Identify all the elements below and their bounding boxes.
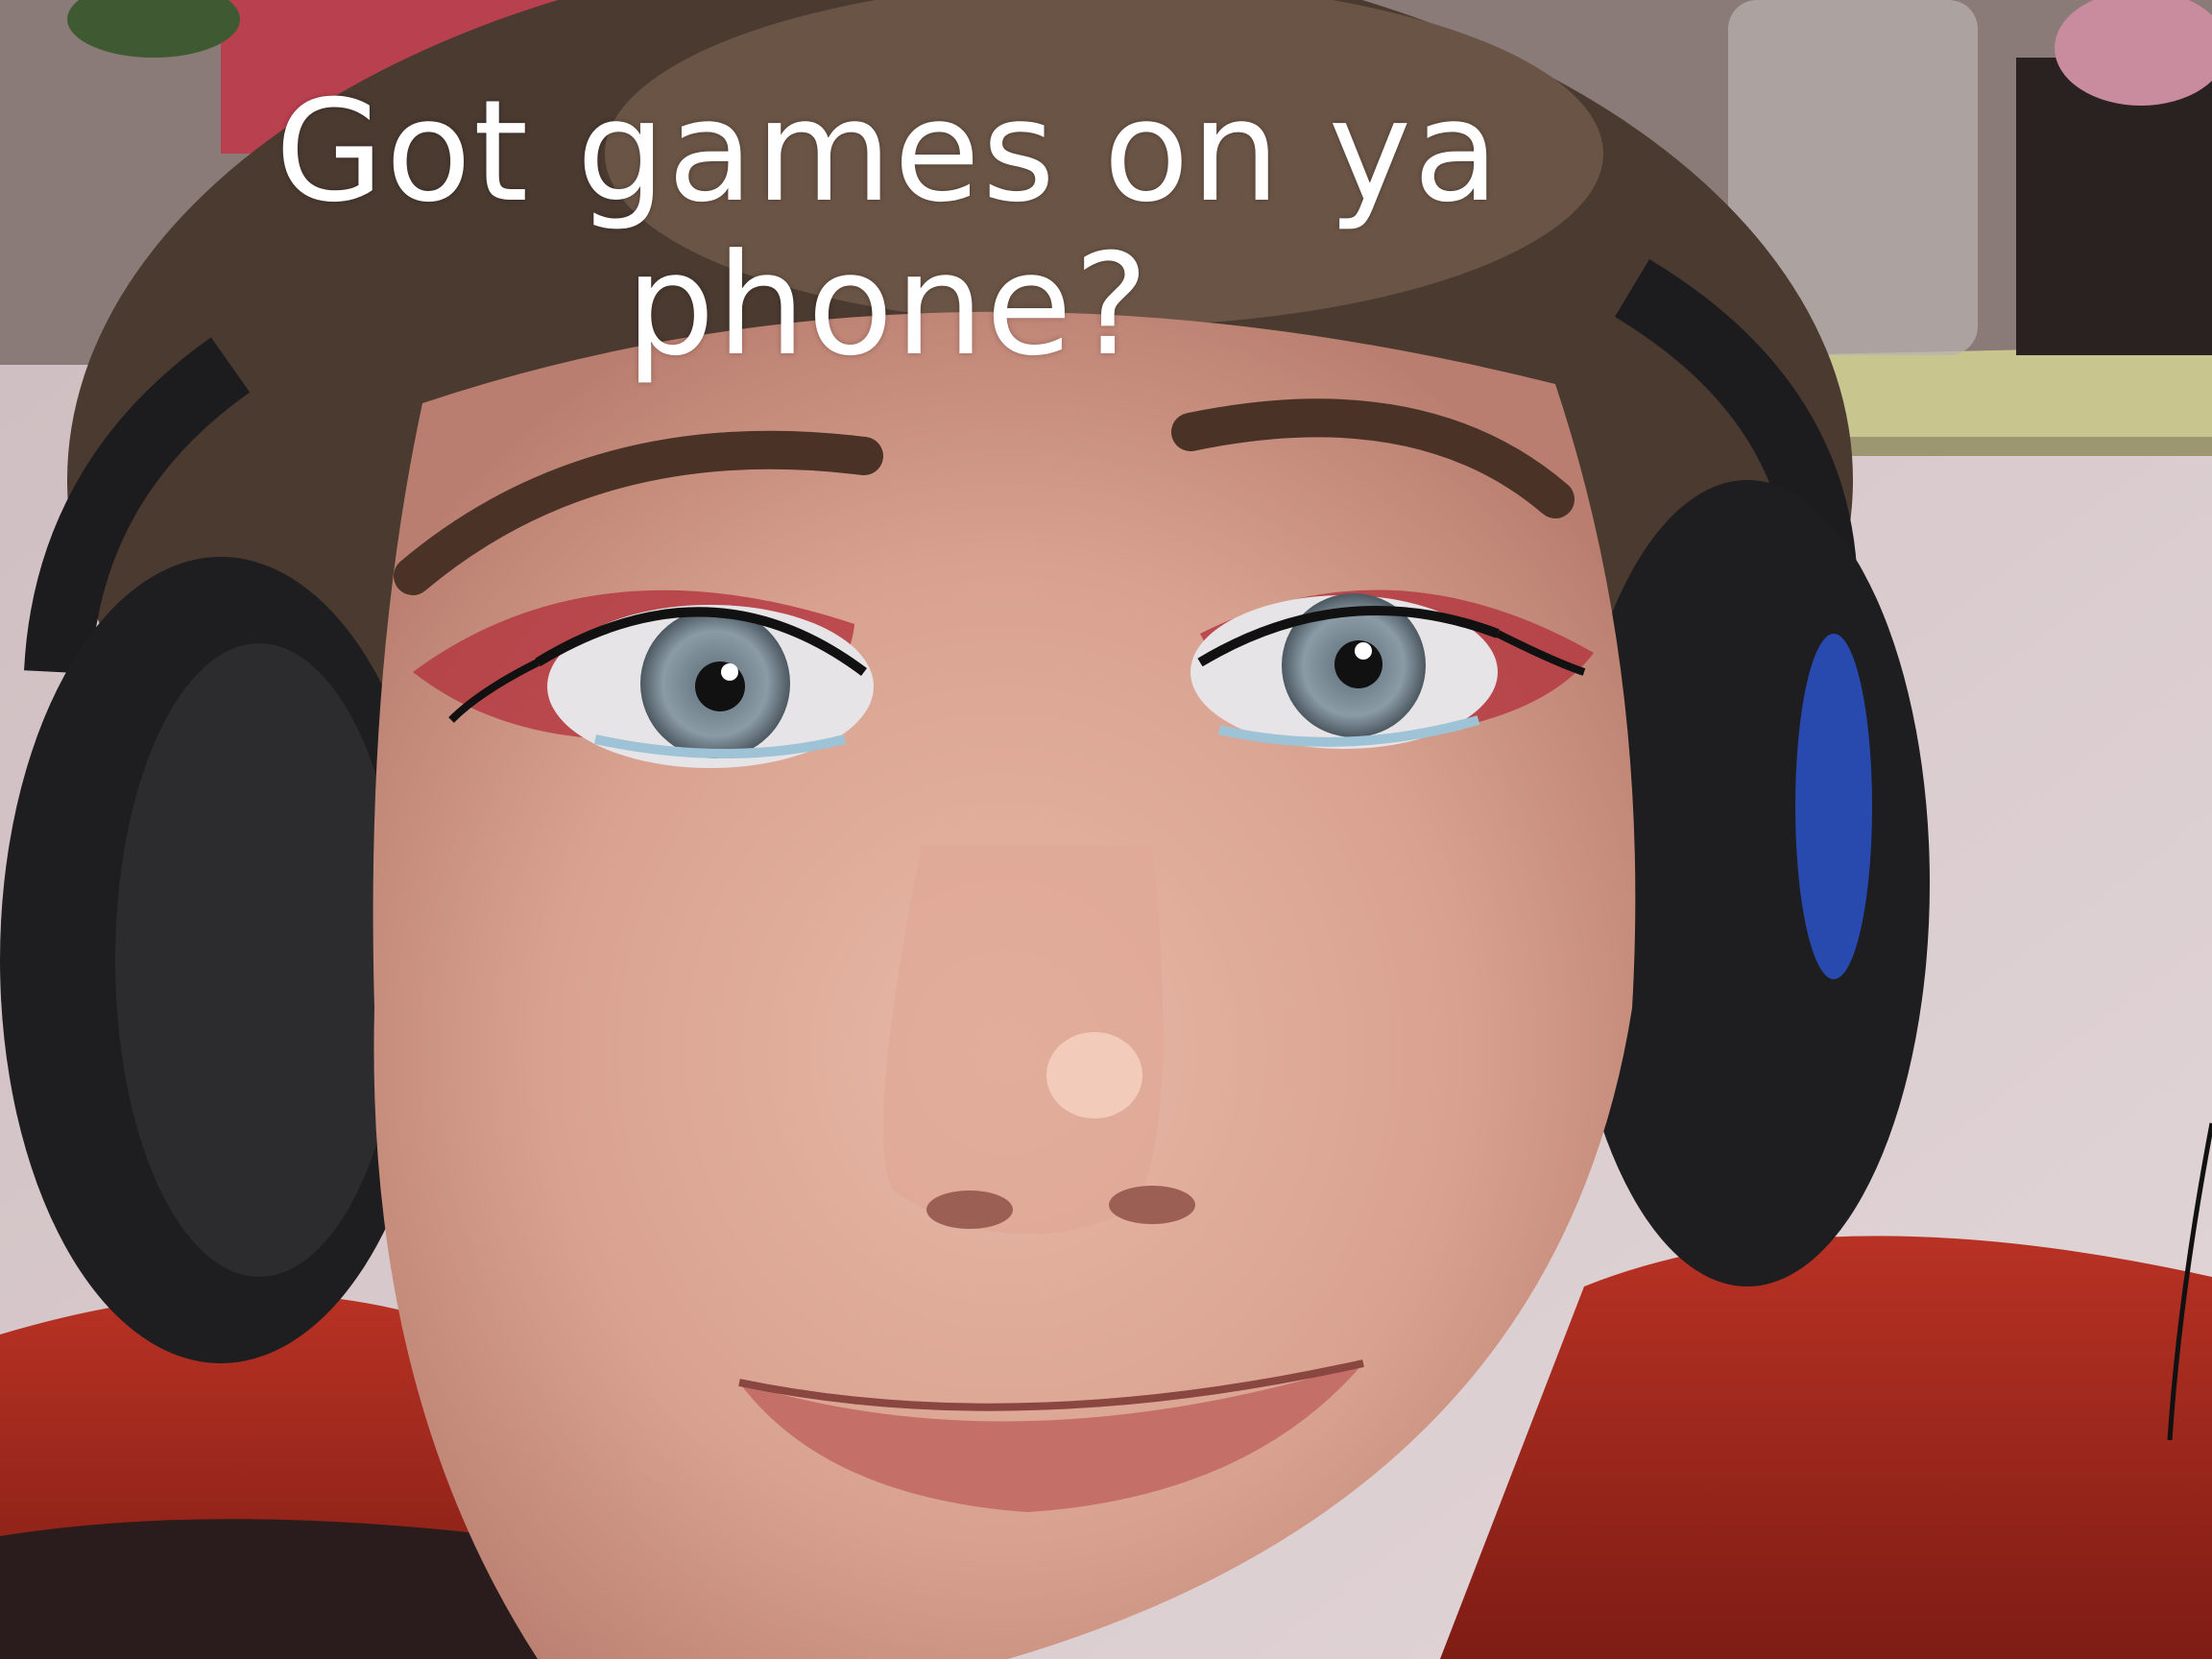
eye-glint-left — [721, 663, 738, 681]
nose-tip-highlight — [1046, 1032, 1142, 1118]
nostril-right — [1109, 1186, 1195, 1224]
nostril-left — [926, 1190, 1013, 1229]
eye-glint-right — [1355, 642, 1372, 660]
headphone-cup-left-inner — [115, 643, 403, 1277]
headphone-blue-light — [1795, 634, 1872, 979]
meme-caption: Got games on ya phone? — [275, 70, 1502, 387]
